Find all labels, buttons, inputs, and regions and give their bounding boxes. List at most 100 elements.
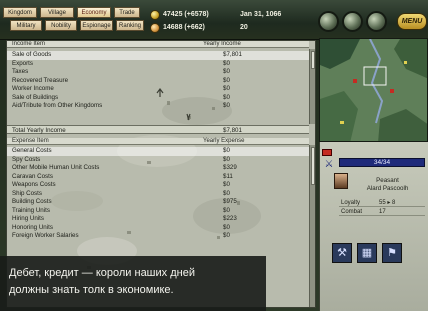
expense-row[interactable]: Ship Costs $0	[7, 190, 309, 199]
income-total-row: Total Yearly Income $7,801	[7, 125, 309, 134]
expense-row[interactable]: Honoring Units $0	[7, 224, 309, 233]
expense-row[interactable]: Weapons Costs $0	[7, 181, 309, 190]
nation-icon[interactable]: ⚑	[382, 243, 402, 263]
expense-value-column-header: Yearly Expense	[203, 138, 245, 144]
expense-row-label: Foreign Worker Salaries	[12, 232, 79, 239]
income-total-label: Total Yearly Income	[12, 127, 66, 134]
expense-row-label: Hiring Units	[12, 215, 44, 222]
income-row-value: $0	[223, 59, 230, 67]
income-row[interactable]: Worker Income $0	[7, 85, 309, 94]
crossed-swords-icon: ⚔	[324, 159, 334, 170]
expense-row-label: Other Mobile Human Unit Costs	[12, 164, 100, 171]
unit-type: Peasant	[376, 177, 399, 184]
expense-scroll-thumb[interactable]	[311, 147, 315, 185]
minimap[interactable]	[319, 38, 428, 142]
expense-row[interactable]: Other Mobile Human Unit Costs $329	[7, 164, 309, 173]
income-row[interactable]: Aid/Tribute from Other Kingdoms $0	[7, 102, 309, 111]
expense-scrollbar[interactable]	[309, 145, 315, 307]
nav-ranking-button[interactable]: Ranking	[116, 20, 144, 31]
expense-row-value: $0	[223, 147, 230, 154]
income-row-label: Taxes	[12, 68, 29, 75]
gold-amount: 47425 (+6578)	[163, 11, 209, 18]
expense-row[interactable]: Building Costs $975	[7, 198, 309, 207]
income-row-label: Worker Income	[12, 85, 54, 92]
expense-row-value: $0	[223, 181, 230, 188]
nav-espionage-button[interactable]: Espionage	[80, 20, 113, 31]
expense-row-value: $0	[223, 206, 230, 214]
expense-row-label: Weapons Costs	[12, 181, 56, 188]
stat-value: 55 ▸ 8	[379, 200, 396, 206]
expense-row-label: Caravan Costs	[12, 172, 53, 180]
income-row-value: $0	[223, 93, 230, 101]
nav-military-button[interactable]: Military	[10, 20, 42, 31]
turn-counter: 20	[240, 24, 248, 31]
expense-row-label: Ship Costs	[12, 189, 42, 197]
expense-row-value: $0	[223, 155, 230, 163]
menu-button[interactable]: MENU	[397, 13, 427, 30]
nav-nobility-button[interactable]: Nobility	[45, 20, 77, 31]
income-row-label: Sale of Buildings	[12, 93, 59, 101]
stat-row-combat: Combat 17	[339, 208, 425, 216]
income-total-value: $7,801	[223, 127, 242, 134]
income-table-header: Income Item Yearly Income	[7, 41, 309, 48]
expense-row-value: $0	[223, 223, 230, 231]
caption-line-2: должны знать толк в экономике.	[9, 284, 174, 296]
income-value-column-header: Yearly Income	[203, 41, 241, 47]
expense-row[interactable]: General Costs $0	[7, 147, 309, 156]
stat-row-loyalty: Loyalty 55 ▸ 8	[339, 199, 425, 207]
nav-village-button[interactable]: Village	[40, 7, 74, 18]
stat-label: Loyalty	[341, 200, 361, 206]
expense-row-label: Training Units	[12, 206, 50, 214]
nav-trade-button[interactable]: Trade	[114, 7, 140, 18]
income-row-label: Exports	[12, 59, 33, 67]
income-row-label: Aid/Tribute from Other Kingdoms	[12, 102, 103, 109]
expense-row[interactable]: Training Units $0	[7, 207, 309, 216]
expense-row-value: $329	[223, 164, 237, 171]
income-row-label: Recovered Treasure	[12, 76, 69, 84]
income-row-value: $0	[223, 85, 230, 92]
income-scrollbar[interactable]	[309, 49, 315, 124]
orb-left-icon[interactable]	[318, 11, 339, 32]
orb-right-icon[interactable]	[366, 11, 387, 32]
expense-row[interactable]: Hiring Units $223	[7, 215, 309, 224]
income-row-value: $7,801	[223, 51, 242, 58]
expense-row[interactable]: Foreign Worker Salaries $0	[7, 232, 309, 241]
expense-row-value: $975	[223, 198, 237, 205]
orb-middle-icon[interactable]	[342, 11, 363, 32]
income-row[interactable]: Exports $0	[7, 60, 309, 69]
settle-icon[interactable]: ⚒	[332, 243, 352, 263]
unit-portrait	[334, 173, 348, 189]
income-row[interactable]: Sale of Buildings $0	[7, 94, 309, 103]
hit-points-bar: 34/34	[339, 158, 425, 167]
expense-row-value: $11	[223, 172, 233, 180]
gold-coin-icon	[150, 10, 160, 20]
photo-caption: Дебет, кредит — короли наших дней должны…	[0, 256, 266, 311]
unit-name: Alard Pascoolh	[366, 185, 409, 192]
income-row[interactable]: Taxes $0	[7, 68, 309, 77]
expense-row-label: Building Costs	[12, 198, 52, 205]
build-icon[interactable]: ▦	[357, 243, 377, 263]
stat-label: Combat	[341, 209, 363, 215]
income-row-label: Sale of Goods	[12, 51, 52, 58]
expense-row-value: $223	[223, 215, 237, 222]
food-amount: 14688 (+662)	[163, 24, 205, 31]
stat-value: 17	[379, 209, 386, 215]
income-scroll-thumb[interactable]	[311, 51, 315, 69]
income-row[interactable]: Sale of Goods $7,801	[7, 51, 309, 60]
expense-row-label: Spy Costs	[12, 155, 41, 163]
nav-economy-button[interactable]: Economy	[77, 7, 111, 18]
expense-row[interactable]: Caravan Costs $11	[7, 173, 309, 182]
caption-line-1: Дебет, кредит — короли наших дней	[9, 267, 195, 279]
nav-kingdom-button[interactable]: Kingdom	[3, 7, 37, 18]
expense-row[interactable]: Spy Costs $0	[7, 156, 309, 165]
expense-item-column-header: Expense Item	[12, 138, 49, 144]
income-row-value: $0	[223, 76, 230, 84]
expense-row-label: Honoring Units	[12, 223, 53, 231]
unit-info-panel: ⚔ 34/34 Peasant Alard Pascoolh Loyalty 5…	[319, 142, 428, 311]
top-bar: Kingdom Village Economy Trade Military N…	[0, 0, 428, 40]
income-row[interactable]: Recovered Treasure $0	[7, 77, 309, 86]
expense-row-label: General Costs	[12, 147, 52, 154]
nation-flag-icon	[322, 149, 332, 156]
income-row-value: $0	[223, 68, 230, 75]
expense-row-value: $0	[223, 189, 230, 197]
